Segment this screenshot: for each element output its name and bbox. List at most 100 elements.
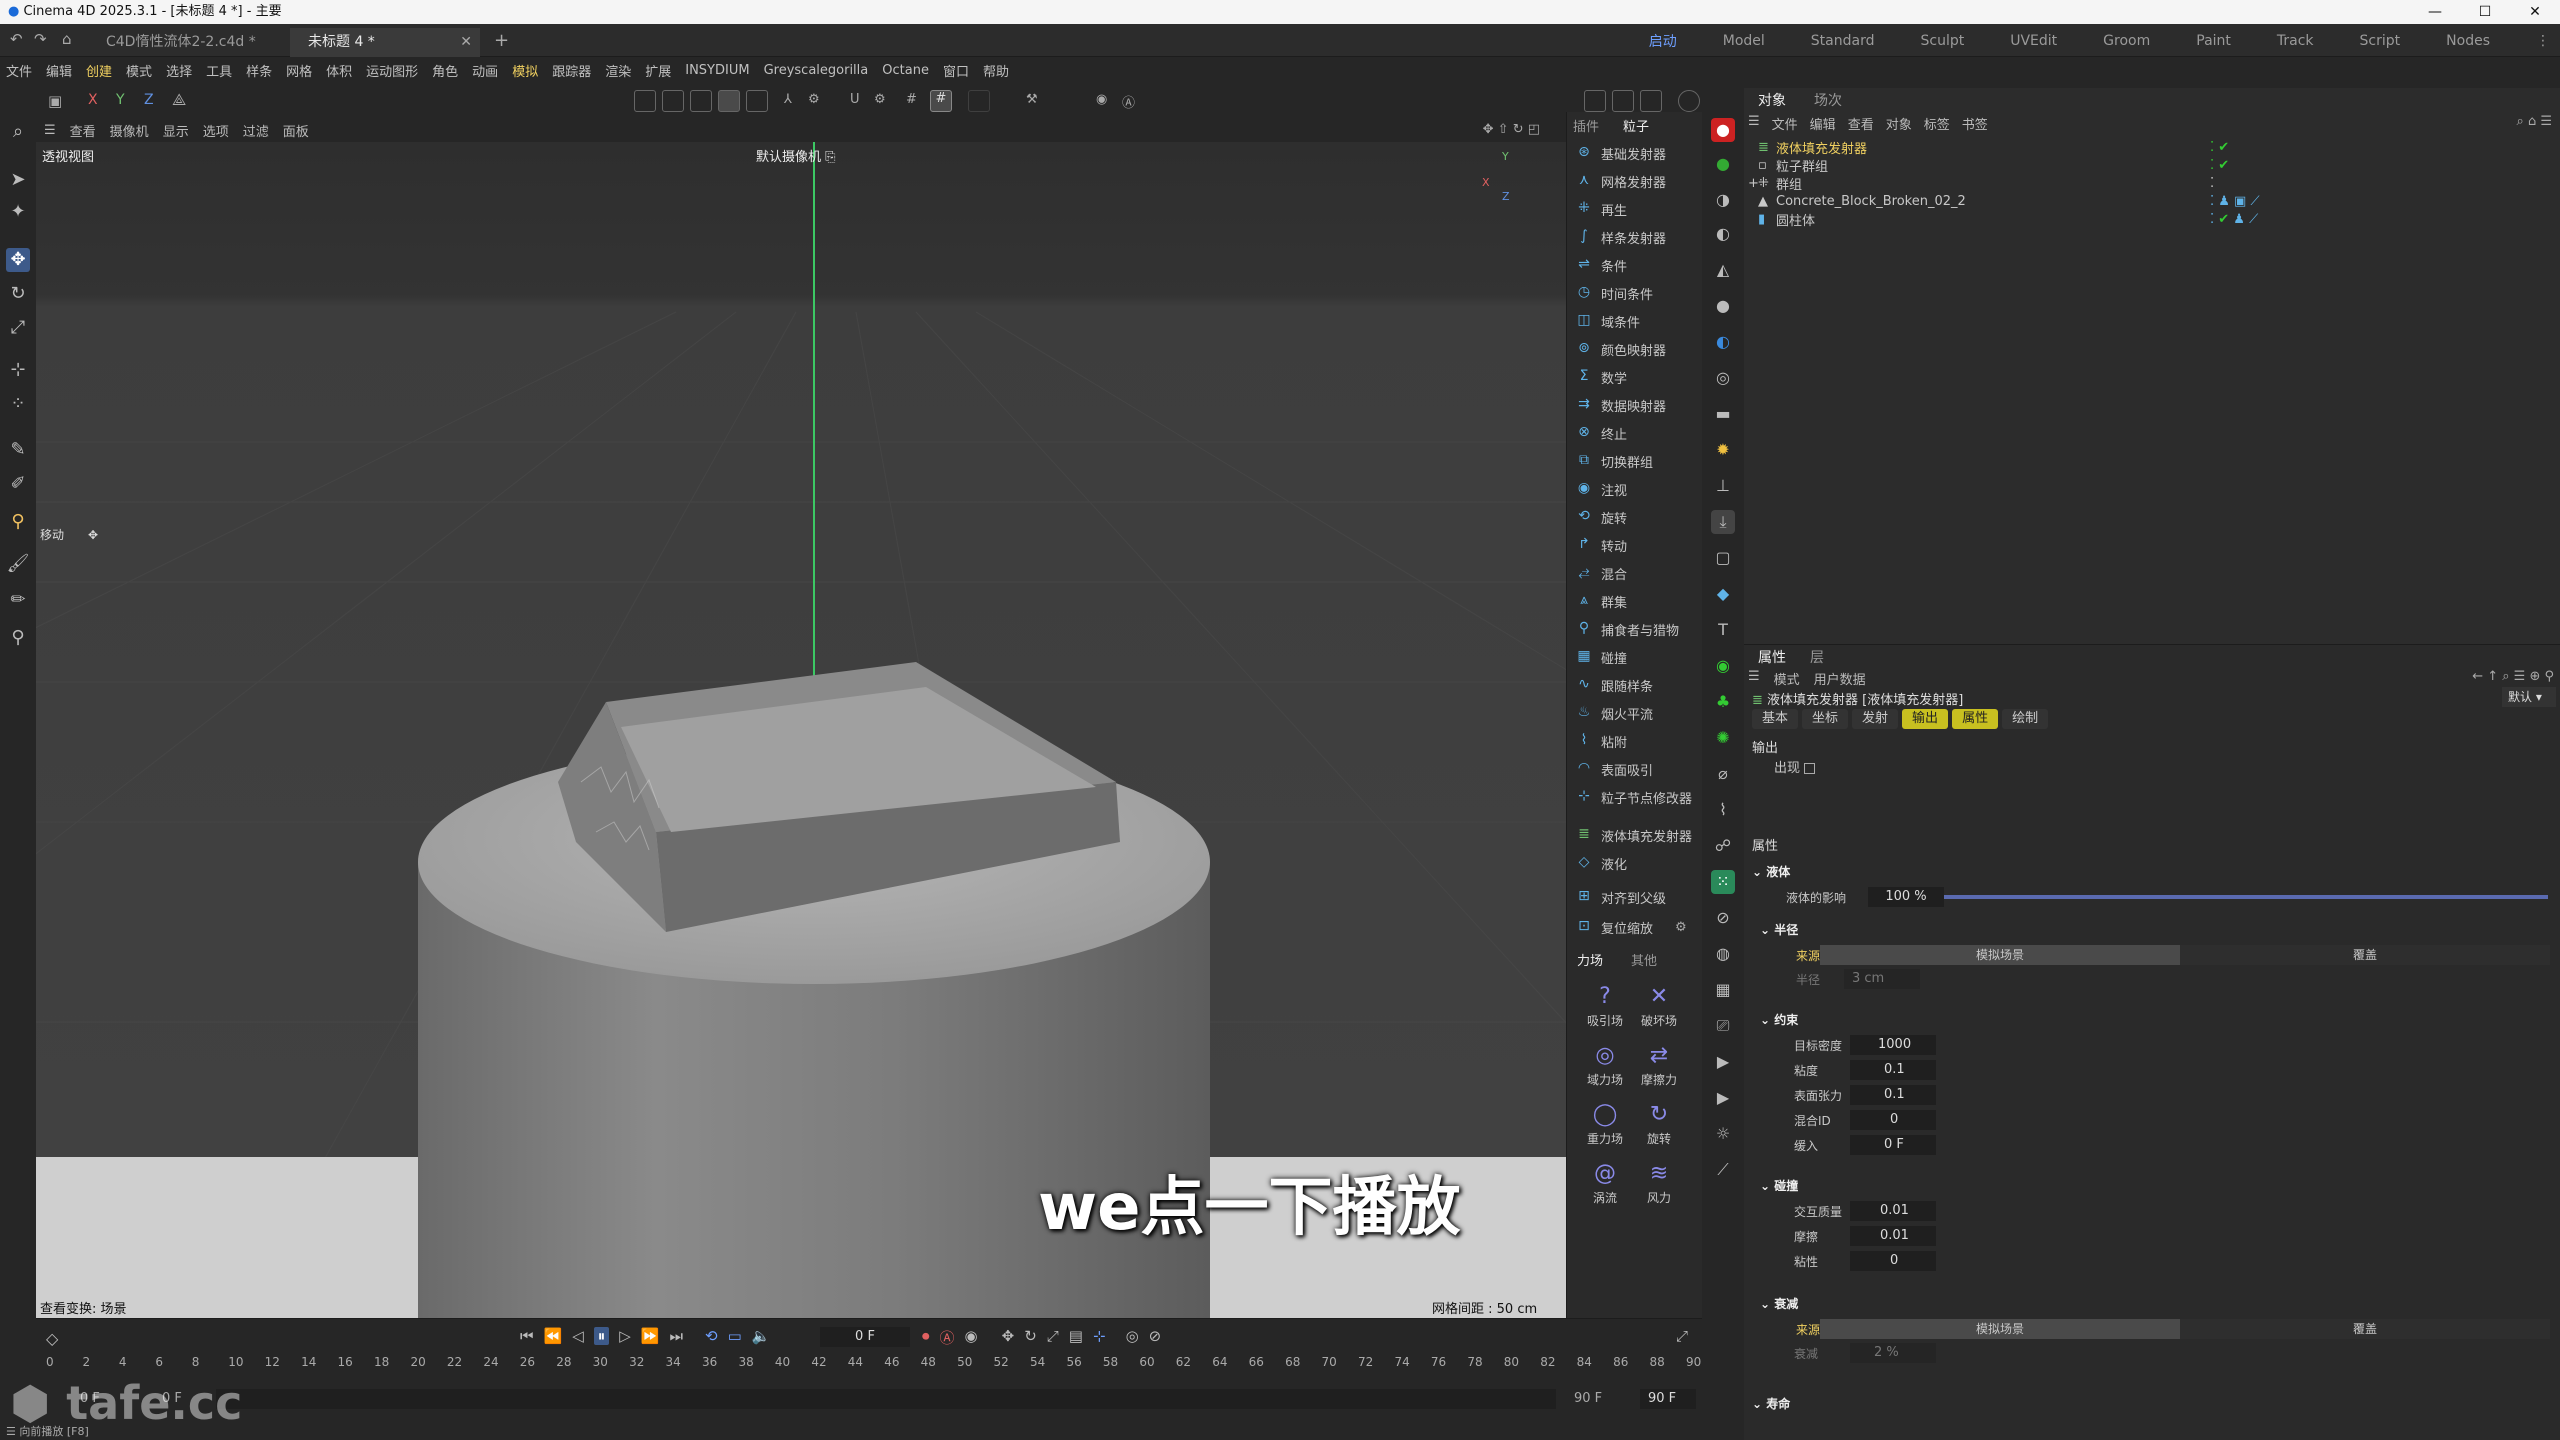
particle-item[interactable]: ⊗ 终止 [1575,420,1627,446]
visibility-check-icon[interactable]: ⁚ ✔ [2210,140,2229,155]
om-menu-view[interactable]: 查看 [1848,114,1874,133]
am-menu-mode[interactable]: 模式 [1774,669,1800,688]
keyframe-icon[interactable]: ◇ [46,1329,58,1348]
tab-takes[interactable]: 场次 [1814,90,1842,110]
layout-paint[interactable]: Paint [2196,33,2231,49]
display-mode-3-icon[interactable] [690,90,712,112]
download-icon[interactable]: ⤓ [1711,510,1735,534]
menu-mode[interactable]: 模式 [126,61,152,80]
particle-item[interactable]: ⇌ 条件 [1575,252,1627,278]
axis-z-toggle[interactable]: Z [144,92,154,108]
close-icon[interactable]: ✕ [2510,0,2560,24]
next-key-icon[interactable]: ⏩ [641,1327,660,1345]
menu-tracker[interactable]: 跟踪器 [552,61,591,80]
environment-icon[interactable]: ◍ [1711,942,1735,966]
viewport-menu-filter[interactable]: 过滤 [243,121,269,140]
om-menu-edit[interactable]: 编辑 [1810,114,1836,133]
preset-dropdown[interactable]: 默认 ▾ [2502,687,2556,707]
knife-icon[interactable]: ⚲ [6,510,30,534]
perspective-viewport[interactable]: 透视视图 默认摄像机 ⎘ Y X Z 移动 ✥ 查看变换: 场景 网格间距 : 5… [36,142,1566,1318]
radius-field[interactable]: 3 cm [1844,969,1920,989]
visibility-check-icon[interactable]: ⁚ ✔ [2210,158,2229,173]
am-menu-userdata[interactable]: 用户数据 [1814,669,1866,688]
menu-help[interactable]: 帮助 [983,61,1009,80]
grid-snap-icon[interactable]: # [906,92,917,107]
stickiness-field[interactable]: 0 [1850,1251,1936,1271]
particle-item[interactable]: ◷ 时间条件 [1575,280,1653,306]
om-menu-bookmarks[interactable]: 书签 [1962,114,1988,133]
quantize-icon[interactable] [968,90,990,112]
menu-create[interactable]: 创建 [86,61,112,80]
render-region-icon[interactable] [1584,90,1606,112]
tab-particles[interactable]: 粒子 [1623,116,1649,135]
scale-key-icon[interactable]: ⤢ [1047,1327,1059,1348]
fluid-influence-slider[interactable] [1944,895,2548,899]
om-menu-tags[interactable]: 标签 [1924,114,1950,133]
decay-source-override[interactable]: 覆盖 [2180,1319,2550,1339]
particle-item[interactable]: ⩓ 群集 [1575,588,1627,614]
search-icon[interactable]: ⌕ [6,120,30,144]
axis-y-toggle[interactable]: Y [116,92,125,108]
object-row-particle-group[interactable]: ▫ 粒子群组 ⁚ ✔ [1758,156,2318,175]
effector-icon[interactable]: ✺ [1711,726,1735,750]
mesh-check-icon[interactable]: ⚒ [1026,92,1038,107]
particle-item[interactable]: ⋏ 网格发射器 [1575,168,1666,194]
collision-group[interactable]: ⌄ 碰撞 [1760,1177,1798,1194]
menu-render[interactable]: 渲染 [605,61,631,80]
plane-icon[interactable]: ▢ [1711,546,1735,570]
force-button[interactable]: @ 涡流 [1581,1161,1629,1206]
viewport-filter-icon[interactable]: Ⓐ [1122,92,1135,111]
particle-item[interactable]: ⁜ 再生 [1575,196,1627,222]
edges-mode-icon[interactable]: ✎ [6,438,30,462]
particle-item[interactable]: ⟲ 旋转 [1575,504,1627,530]
layout-startup[interactable]: 启动 [1649,31,1677,51]
menu-insydium[interactable]: INSYDIUM [685,63,749,78]
viewport-menu-display[interactable]: 显示 [163,121,189,140]
sphere-green-icon[interactable]: ● [1711,152,1735,176]
next-frame-icon[interactable]: ▷ [619,1327,631,1345]
frame-ruler[interactable]: 0 2 4 6 8 10 12 14 16 18 20 22 24 26 28 30 32 34 36 38 40 42 4… [46,1353,1702,1373]
brightness-icon[interactable]: ☼ [1711,1122,1735,1146]
subtab-output[interactable]: 输出 [1902,709,1949,729]
sun-icon[interactable]: ✹ [1711,438,1735,462]
menu-greyscalegorilla[interactable]: Greyscalegorilla [764,63,869,78]
subtab-emission[interactable]: 发射 [1852,709,1899,729]
force-button[interactable]: ◯ 重力场 [1581,1102,1629,1147]
subtab-properties[interactable]: 属性 [1952,709,1999,729]
menu-octane[interactable]: Octane [882,63,929,78]
tag-icons[interactable]: ⁚ ✔ ♟ ⟋ [2210,212,2258,227]
points-mode-icon[interactable]: ⁘ [6,392,30,416]
decay-field[interactable]: 2 % [1850,1343,1936,1363]
mix-id-field[interactable]: 0 [1850,1110,1936,1130]
preview-end-field[interactable]: 90 F [1566,1389,1618,1409]
paint-icon[interactable]: ✏ [6,588,30,612]
layout-uvedit[interactable]: UVEdit [2010,33,2057,49]
deformer-icon[interactable]: ⌀ [1711,762,1735,786]
tab-document-1[interactable]: C4D惰性流体2-2.c4d * [88,28,288,57]
particle-item[interactable]: ⇉ 数据映射器 [1575,392,1666,418]
preview-range-icon[interactable]: ▭ [728,1327,742,1345]
life-group[interactable]: ⌄ 寿命 [1752,1395,1790,1412]
tab-attributes[interactable]: 属性 [1758,647,1786,667]
current-frame-field[interactable]: 0 F [820,1327,910,1347]
object-row-cylinder[interactable]: ▮ 圆柱体 ⁚ ✔ ♟ ⟋ [1758,210,2318,229]
reset-scale-item[interactable]: ⊡ 复位缩放 ⚙ [1575,914,1687,940]
render-to-picture-viewer-icon[interactable] [1640,90,1662,112]
mass-field[interactable]: 0.01 [1850,1201,1936,1221]
layout-track[interactable]: Track [2277,33,2314,49]
minimize-icon[interactable]: — [2410,0,2460,24]
undo-icon[interactable]: ↶ [10,30,23,48]
video2-icon[interactable]: ▶ [1711,1086,1735,1110]
liquefy-item[interactable]: ◇ 液化 [1575,850,1627,876]
menu-window[interactable]: 窗口 [943,61,969,80]
sound-icon[interactable]: 🔈 [752,1327,771,1345]
tab-layers[interactable]: 层 [1810,647,1824,667]
particle-item[interactable]: ∿ 跟随样条 [1575,672,1653,698]
fluid-fill-emitter-item[interactable]: ≣ 液体填充发射器 [1575,822,1692,848]
viscosity-field[interactable]: 0.1 [1850,1060,1936,1080]
magnet-brush-icon[interactable]: ⚲ [6,626,30,650]
live-select-icon[interactable]: ✦ [6,200,30,224]
align-to-parent-item[interactable]: ⊞ 对齐到父级 [1575,884,1666,910]
display-mode-4-icon[interactable] [718,90,740,112]
play-button[interactable]: ⏸ [593,1327,610,1345]
